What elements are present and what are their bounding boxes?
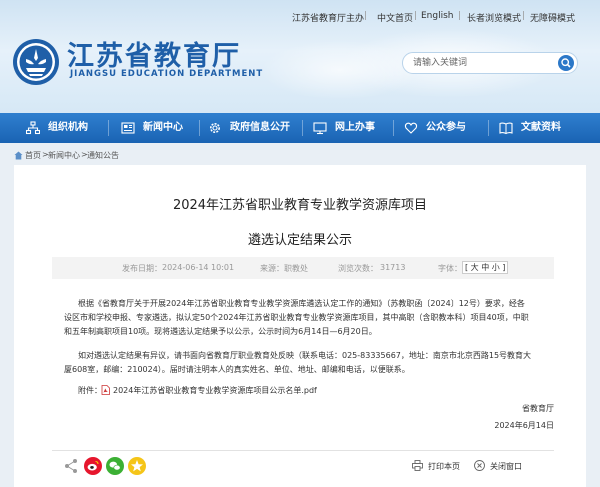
search-input[interactable]: [413, 56, 543, 70]
article-subtitle: 遴选认定结果公示: [247, 233, 352, 248]
separator: |: [364, 11, 368, 21]
qzone-icon[interactable]: [128, 457, 146, 475]
nav-divider: [488, 120, 489, 136]
signature: 省教育厅: [522, 404, 554, 413]
nav-label: 新闻中心: [143, 122, 183, 133]
font-size-label: 字体：: [438, 264, 462, 273]
site-title[interactable]: 江苏省教育厅: [67, 34, 241, 73]
accessibility-link[interactable]: 无障碍模式: [530, 11, 575, 24]
article-paragraph: 根据《省教育厅关于开展2024年江苏省职业教育专业教学资源库遴选认定工作的通知》…: [64, 297, 554, 339]
nav-divider: [393, 120, 394, 136]
host-text: 江苏省教育厅主办: [292, 14, 365, 24]
separator: |: [522, 11, 526, 21]
article-title: 2024年江苏省职业教育专业教学资源库项目: [172, 198, 428, 213]
wechat-icon[interactable]: [106, 457, 124, 475]
print-label: 打印本页: [428, 462, 460, 471]
text-line: 和五年制高职项目10项。现将遴选认定结果予以公示，公示时间为6月14日—6月20…: [64, 327, 377, 336]
separator: |: [458, 11, 462, 21]
text-line: 设区市和学校申报、专家遴选，拟认定50个2024年江苏省职业教育专业教学资源库项…: [64, 313, 529, 322]
printer-icon: [412, 460, 423, 471]
org-icon: [26, 121, 40, 135]
views-count: 31713: [380, 263, 406, 272]
breadcrumb-home[interactable]: 首页: [25, 150, 41, 161]
site-header: 江苏省教育厅主办 | 中文首页 | English | 长者浏览模式 | 无障碍…: [0, 0, 600, 113]
nav-label: 文献资料: [521, 122, 561, 133]
main-nav: 组织机构 新闻中心 政府信息公开 网上办事 公众参与 文献资料: [0, 113, 600, 143]
nav-label: 公众参与: [426, 122, 466, 133]
signature-date: 2024年6月14日: [494, 421, 554, 430]
separator: |: [414, 11, 418, 21]
nav-divider: [199, 120, 200, 136]
text-line: 如对遴选认定结果有异议，请书面向省教育厅职业教育处反映（联系电话：025-833…: [78, 351, 532, 360]
nav-divider: [108, 120, 109, 136]
views-label: 浏览次数：: [338, 264, 378, 273]
attachment-link[interactable]: 2024年江苏省职业教育专业教学资源库项目公示名单.pdf: [113, 385, 317, 396]
english-link[interactable]: English: [421, 11, 454, 21]
article-paragraph: 如对遴选认定结果有异议，请书面向省教育厅职业教育处反映（联系电话：025-833…: [64, 349, 554, 377]
divider: [52, 450, 554, 451]
nav-divider: [302, 120, 303, 136]
close-icon: [474, 460, 485, 471]
share-icon[interactable]: [62, 457, 80, 475]
text-line: 根据《省教育厅关于开展2024年江苏省职业教育专业教学资源库遴选认定工作的通知》…: [78, 299, 525, 308]
emblem-logo-icon[interactable]: [12, 38, 60, 86]
monitor-icon: [313, 122, 327, 135]
top-links: 江苏省教育厅主办 | 中文首页 | English | 长者浏览模式 | 无障碍…: [0, 11, 600, 25]
search-icon[interactable]: [558, 55, 574, 71]
published-date: 2024-06-14 10:01: [162, 263, 235, 272]
site-subtitle-en: JIANGSU EDUCATION DEPARTMENT: [70, 69, 264, 79]
attachment-label: 附件：: [78, 386, 102, 395]
search-box: [402, 52, 578, 74]
article-panel: 2024年江苏省职业教育专业教学资源库项目 遴选认定结果公示 发布日期： 202…: [14, 165, 586, 487]
news-icon: [121, 122, 135, 134]
font-size-switch[interactable]: [ 大 中 小 ]: [462, 261, 509, 274]
elder-mode-link[interactable]: 长者浏览模式: [467, 11, 521, 24]
breadcrumb-news[interactable]: 新闻中心: [48, 150, 80, 161]
header-decoration: [260, 40, 420, 100]
close-label: 关闭窗口: [490, 462, 522, 471]
breadcrumb-notices[interactable]: 通知公告: [87, 150, 119, 161]
home-icon: [14, 151, 23, 160]
pdf-icon: [101, 385, 110, 395]
attachment-row: 附件： 2024年江苏省职业教育专业教学资源库项目公示名单.pdf: [64, 385, 317, 396]
source-label: 来源：: [260, 264, 284, 273]
article-meta: 发布日期： 2024-06-14 10:01 来源： 职教处 浏览次数： 317…: [52, 257, 554, 279]
published-label: 发布日期：: [122, 264, 162, 273]
nav-label: 政府信息公开: [230, 122, 290, 133]
gear-icon: [210, 123, 220, 133]
heart-icon: [404, 122, 418, 134]
weibo-icon[interactable]: [84, 457, 102, 475]
chinese-home-link[interactable]: 中文首页: [377, 11, 413, 24]
nav-label: 网上办事: [335, 122, 375, 133]
text-line: 厦608室，邮编：210024）。届时请注明本人的真实姓名、单位、地址、邮编和电…: [64, 365, 410, 374]
book-icon: [499, 122, 513, 135]
nav-label: 组织机构: [48, 122, 88, 133]
source-value: 职教处: [284, 264, 308, 273]
